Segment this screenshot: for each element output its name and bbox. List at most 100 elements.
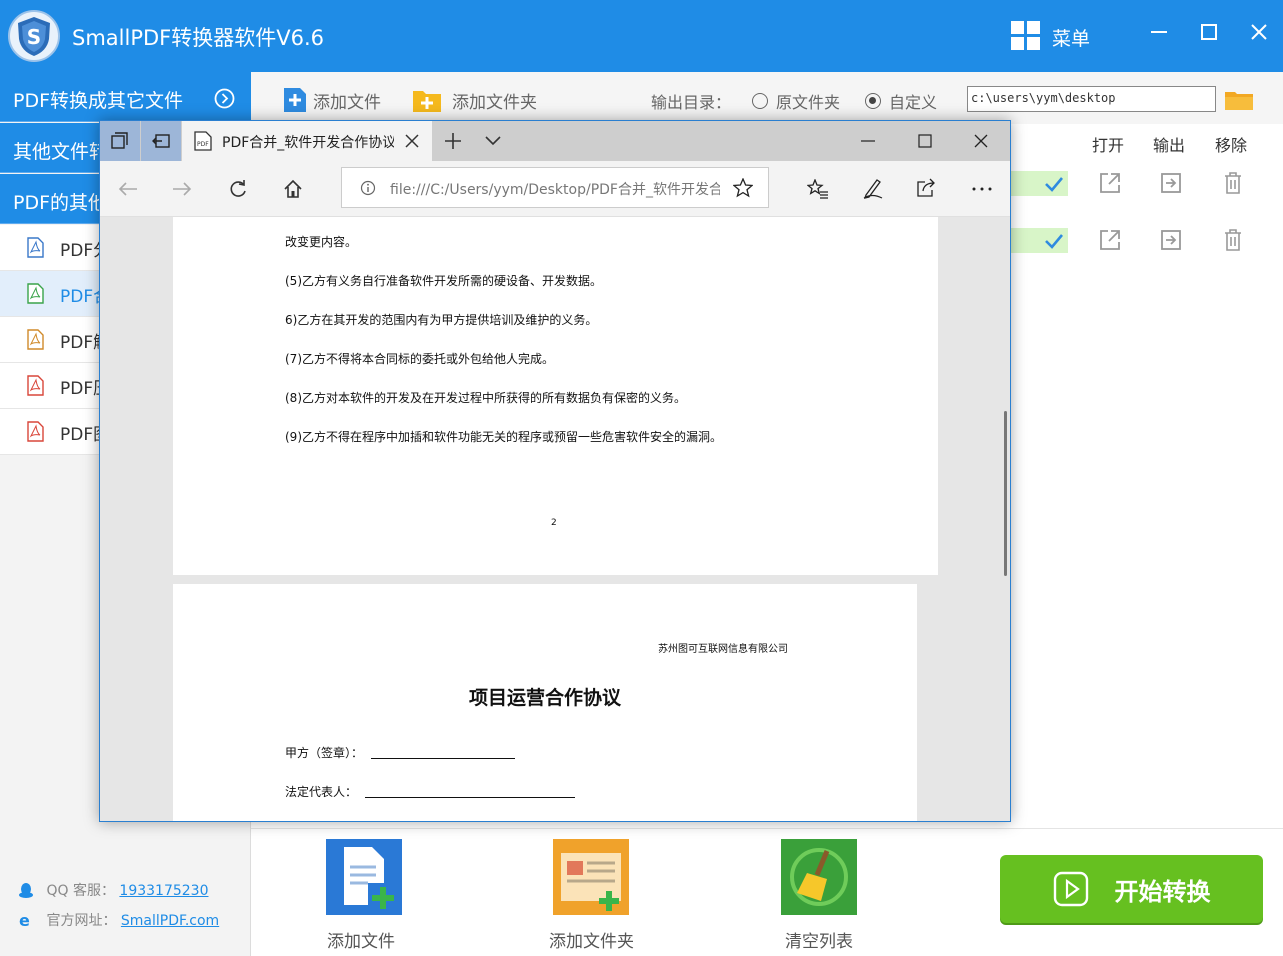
- add-file-icon: [284, 88, 306, 112]
- browse-folder-icon[interactable]: [1225, 90, 1253, 110]
- add-file-label: 添加文件: [313, 92, 381, 113]
- minimize-icon: [1151, 31, 1167, 33]
- share-icon[interactable]: [916, 178, 938, 198]
- close-button[interactable]: [1236, 14, 1282, 50]
- contract-line: (8)乙方对本软件的开发及在开发过程中所获得的所有数据负有保密的义务。: [285, 391, 687, 405]
- legal-rep-line: 法定代表人：: [285, 783, 575, 800]
- browser-maximize-icon[interactable]: [918, 134, 932, 148]
- pdf-page: 改变更内容。 (5)乙方有义务自行准备软件开发所需的硬设备、开发数据。 6)乙方…: [173, 217, 938, 575]
- signature-underline: [370, 758, 515, 759]
- app-titlebar: S SmallPDF转换器软件V6.6 菜单: [0, 0, 1283, 72]
- qq-number-link[interactable]: 1933175230: [119, 883, 208, 899]
- tabs-icon: [111, 132, 128, 149]
- minimize-button[interactable]: [1136, 14, 1182, 50]
- back-button[interactable]: [114, 175, 142, 203]
- party-a-line: 甲方（签章）：: [285, 744, 515, 761]
- menu-button[interactable]: 菜单: [1052, 24, 1090, 51]
- pen-notes-icon[interactable]: [862, 177, 884, 199]
- svg-text:S: S: [27, 25, 41, 49]
- sidebar-category-pdf-to-other[interactable]: PDF转换成其它文件: [0, 72, 251, 122]
- add-file-toolbar-button[interactable]: 添加文件: [283, 87, 381, 113]
- col-open: 打开: [1092, 136, 1125, 155]
- open-external-icon[interactable]: [1098, 228, 1122, 252]
- app-title: SmallPDF转换器软件V6.6: [72, 26, 324, 50]
- pdf-file-icon: [27, 421, 44, 442]
- qq-contact: QQ 客服： 1933175230: [18, 880, 208, 900]
- contract-line: (9)乙方不得在程序中加插和软件功能无关的程序或预留一些危害软件安全的漏洞。: [285, 430, 723, 444]
- pdf-file-icon: [27, 237, 44, 258]
- sidebar-category-label: PDF转换成其它文件: [13, 90, 184, 112]
- play-icon: [1053, 871, 1088, 907]
- output-dir-label: 输出目录：: [651, 93, 732, 112]
- svg-text:PDF: PDF: [197, 141, 209, 148]
- set-tabs-aside-button[interactable]: [141, 121, 181, 161]
- maximize-icon: [1201, 24, 1217, 40]
- tab-manager-button[interactable]: [100, 121, 140, 161]
- favorites-list-icon[interactable]: [807, 179, 829, 199]
- radio-circle-selected: [865, 93, 881, 109]
- output-export-icon[interactable]: [1159, 228, 1183, 252]
- pdf-file-icon: [27, 375, 44, 396]
- address-bar[interactable]: file:///C:/Users/yym/Desktop/PDF合并_软件开发合…: [341, 167, 769, 208]
- home-icon: [284, 179, 302, 198]
- chevron-circle-right-icon: [214, 88, 235, 109]
- start-convert-label: 开始转换: [1114, 877, 1211, 906]
- add-file-big-icon[interactable]: [326, 839, 402, 915]
- radio-circle: [752, 93, 768, 109]
- arrow-right-icon: [173, 182, 192, 196]
- file-row-progress: [1010, 228, 1068, 253]
- add-folder-toolbar-button[interactable]: 添加文件夹: [412, 87, 537, 113]
- radio-original-label: 原文件夹: [776, 93, 841, 112]
- info-icon[interactable]: [360, 180, 376, 196]
- broom-clear-icon[interactable]: [781, 839, 857, 915]
- open-external-icon[interactable]: [1098, 171, 1122, 195]
- add-folder-icon: [413, 91, 441, 112]
- home-button[interactable]: [279, 175, 307, 203]
- browser-tab-active[interactable]: PDF PDF合并_软件开发合作协议: [182, 121, 432, 161]
- radio-custom-folder[interactable]: 自定义: [865, 89, 937, 113]
- radio-custom-label: 自定义: [889, 93, 938, 112]
- new-tab-icon[interactable]: [444, 132, 462, 150]
- output-export-icon[interactable]: [1159, 171, 1183, 195]
- browser-minimize-icon[interactable]: [861, 134, 875, 148]
- contract-line: (5)乙方有义务自行准备软件开发所需的硬设备、开发数据。: [285, 274, 603, 288]
- col-remove: 移除: [1215, 136, 1248, 155]
- col-output: 输出: [1153, 136, 1186, 155]
- trash-icon[interactable]: [1221, 228, 1245, 252]
- more-options-icon[interactable]: [971, 186, 993, 192]
- favorite-star-icon[interactable]: [733, 178, 753, 198]
- add-folder-big-icon[interactable]: [553, 839, 629, 915]
- website-link[interactable]: SmallPDF.com: [121, 913, 219, 929]
- toolbar: 添加文件 添加文件夹 输出目录： 原文件夹 自定义 c:\users\yym\d…: [251, 72, 1283, 124]
- close-icon: [1251, 24, 1267, 40]
- browser-close-icon[interactable]: [974, 134, 988, 148]
- close-tab-icon[interactable]: [405, 134, 419, 148]
- forward-button[interactable]: [168, 175, 196, 203]
- grid-menu-icon[interactable]: [1011, 21, 1040, 50]
- check-icon: [1045, 234, 1063, 249]
- file-row-progress: [1010, 171, 1068, 196]
- address-text: file:///C:/Users/yym/Desktop/PDF合并_软件开发合…: [390, 182, 720, 198]
- start-convert-button[interactable]: 开始转换: [1000, 855, 1263, 923]
- company-header: 苏州图可互联网信息有限公司: [658, 644, 788, 655]
- pdf-page: 苏州图可互联网信息有限公司 项目运营合作协议 甲方（签章）： 法定代表人：: [173, 584, 917, 821]
- qq-penguin-icon: [19, 883, 33, 898]
- radio-original-folder[interactable]: 原文件夹: [752, 89, 840, 113]
- browser-tab-strip: PDF PDF合并_软件开发合作协议: [100, 121, 1010, 161]
- chevron-down-icon[interactable]: [485, 136, 501, 146]
- add-folder-label: 添加文件夹: [452, 92, 537, 113]
- pdf-viewer-window: PDF PDF合并_软件开发合作协议 file:///C:/Users/yym/…: [99, 120, 1011, 822]
- maximize-button[interactable]: [1186, 14, 1232, 50]
- trash-icon[interactable]: [1221, 171, 1245, 195]
- add-file-big-label: 添加文件: [327, 932, 395, 952]
- pdf-document-viewer[interactable]: 改变更内容。 (5)乙方有义务自行准备软件开发所需的硬设备、开发数据。 6)乙方…: [100, 217, 1010, 821]
- viewer-scrollbar-thumb[interactable]: [1004, 411, 1007, 576]
- file-list-header: 打开 输出 移除: [1010, 124, 1283, 158]
- app-logo-icon: S: [8, 10, 60, 62]
- svg-text:e: e: [19, 912, 30, 928]
- contract-line: 6)乙方在其开发的范围内有为甲方提供培训及维护的义务。: [285, 313, 598, 327]
- output-path-input[interactable]: c:\users\yym\desktop: [967, 86, 1216, 112]
- contract-line: (7)乙方不得将本合同标的委托或外包给他人完成。: [285, 352, 554, 366]
- browser-nav-bar: file:///C:/Users/yym/Desktop/PDF合并_软件开发合…: [100, 161, 1010, 217]
- refresh-button[interactable]: [224, 175, 252, 203]
